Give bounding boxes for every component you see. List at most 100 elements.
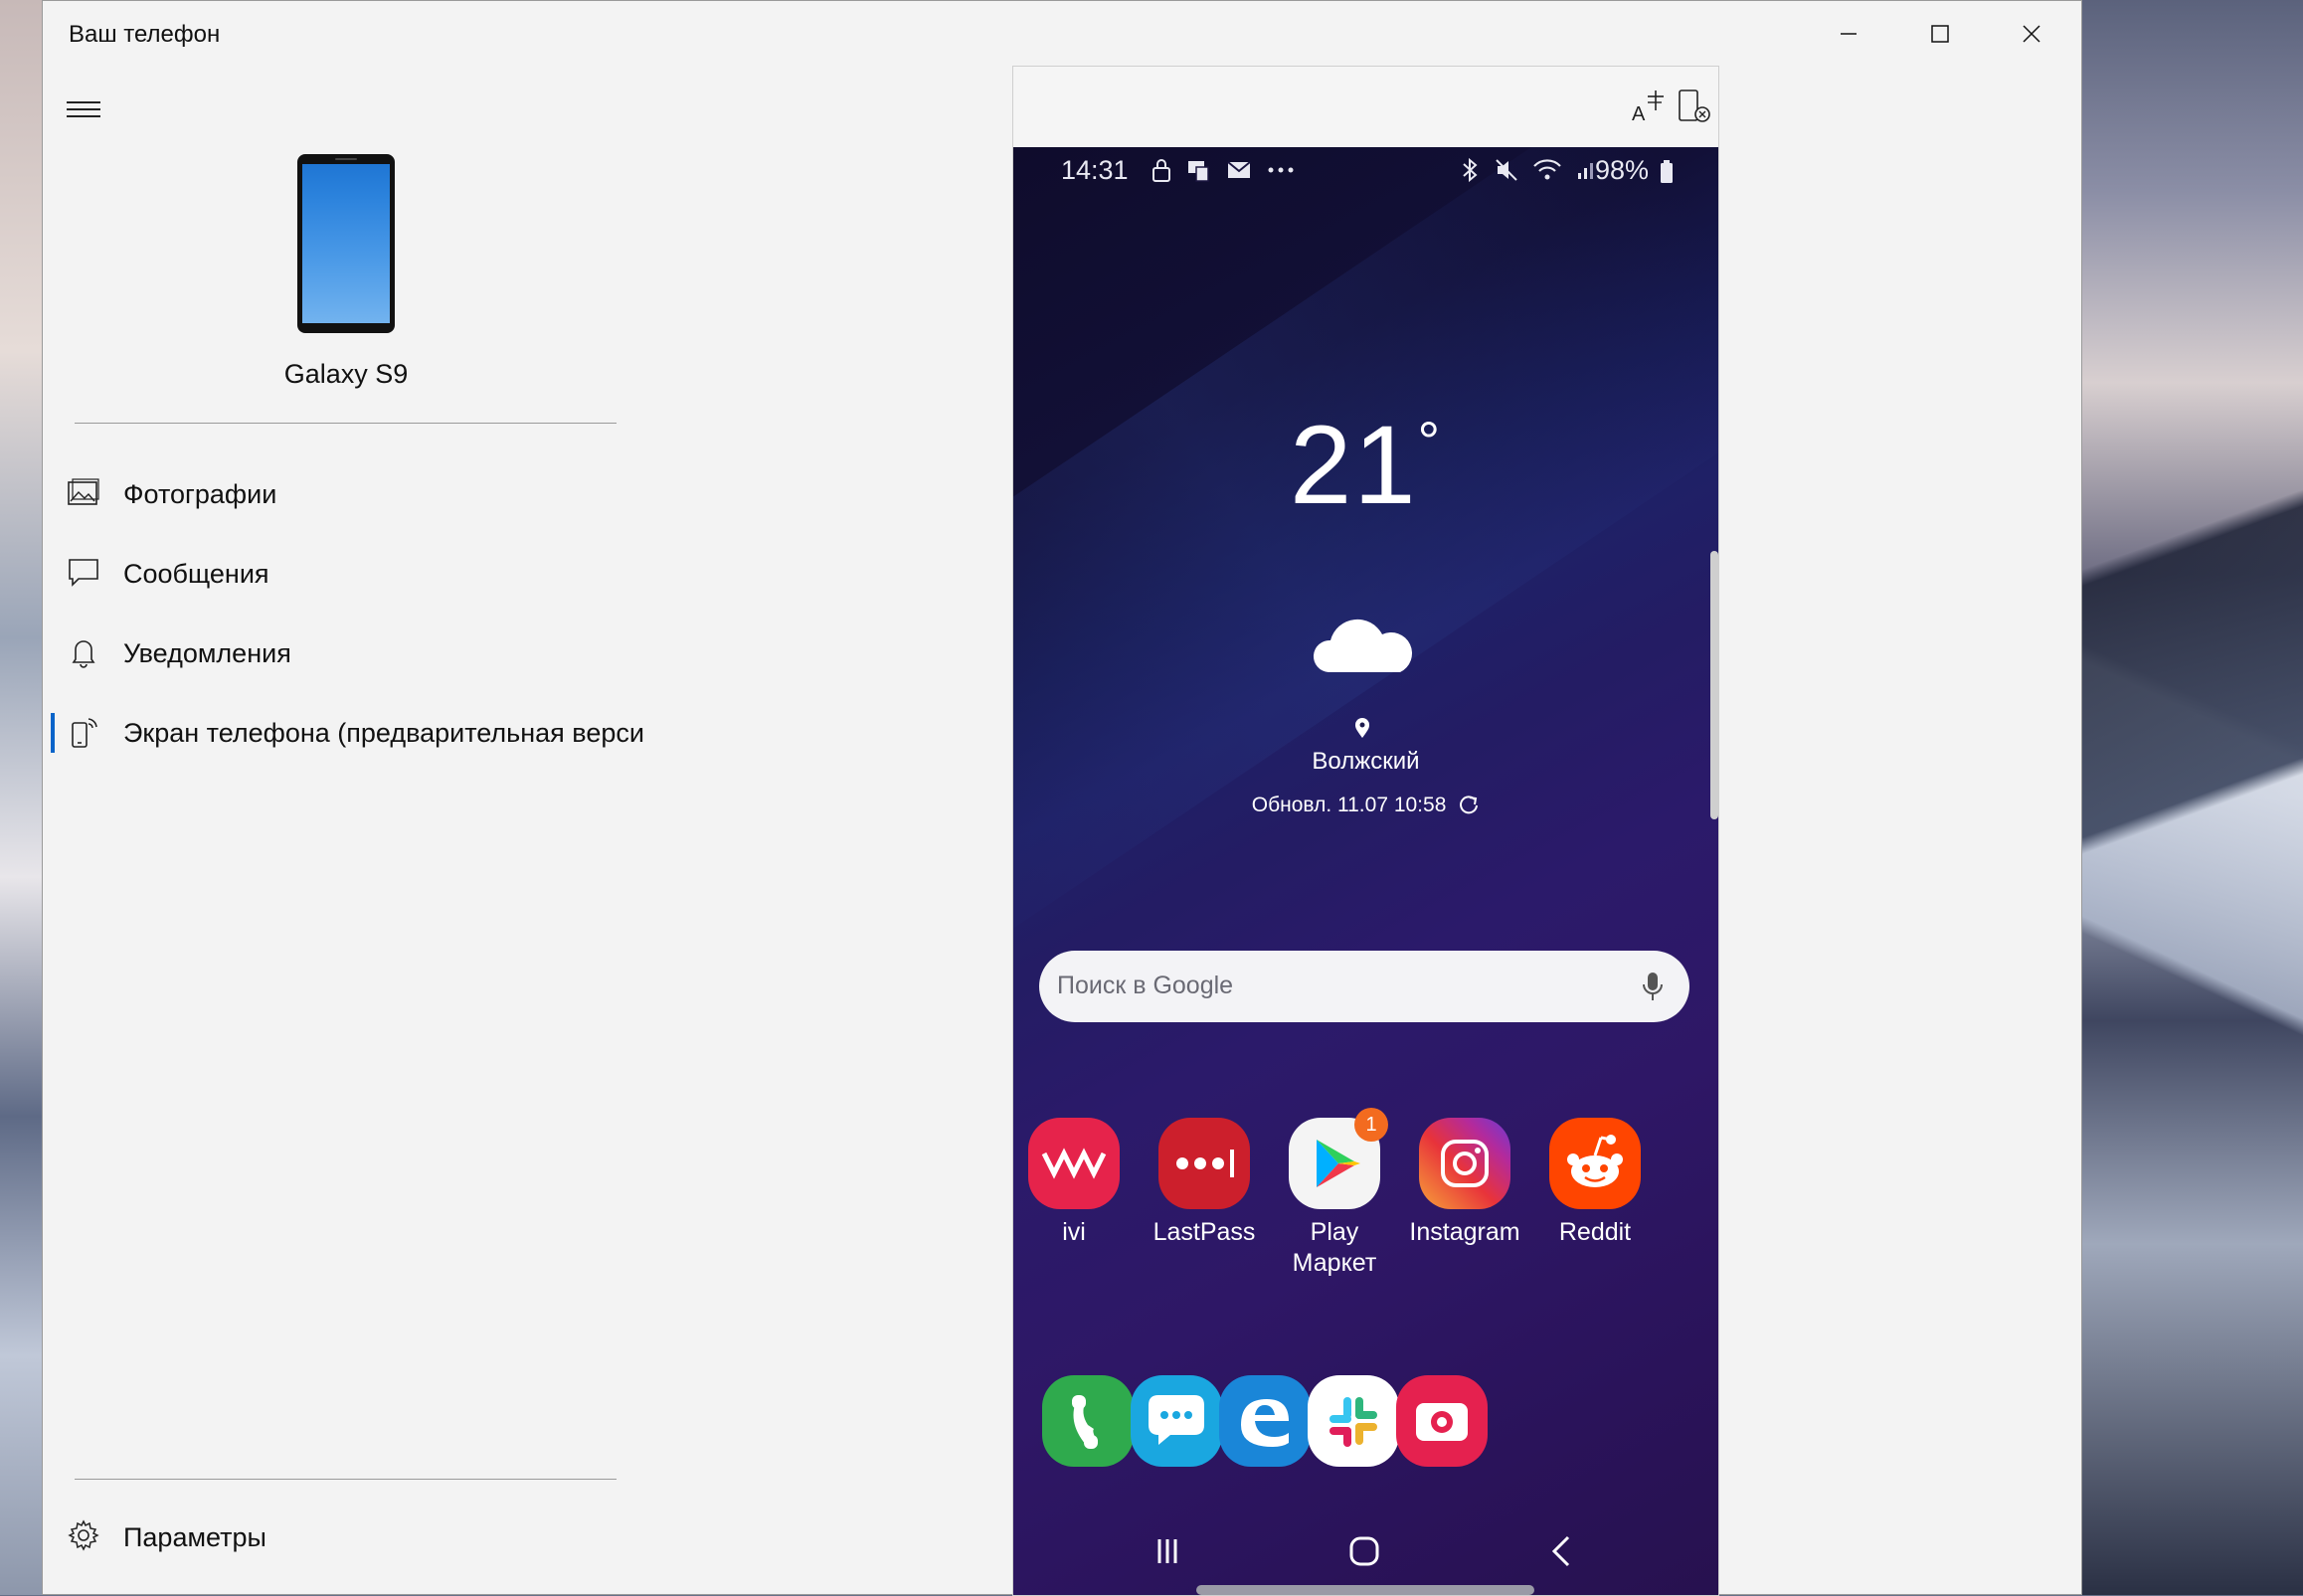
microphone-icon[interactable] [1642, 971, 1664, 1002]
app-ivi[interactable]: ivi [1013, 1118, 1139, 1248]
close-button[interactable] [1986, 1, 2077, 67]
lastpass-logo [1176, 1150, 1234, 1177]
photos-icon [68, 478, 99, 505]
app-label: ivi [1062, 1218, 1086, 1246]
app-reddit[interactable]: Reddit [1530, 1118, 1660, 1248]
status-icons-right [1459, 157, 1598, 183]
messages-icon [69, 559, 98, 587]
phone-image [297, 154, 395, 333]
wifi-icon [1533, 159, 1561, 180]
weather-updated: Обновл. 11.07 10:58 [1013, 794, 1718, 817]
minimize-icon [1841, 33, 1857, 35]
notification-badge: 1 [1354, 1108, 1388, 1142]
phone-speaker [335, 158, 357, 160]
cloud-icon [1313, 619, 1413, 672]
lock-icon [1152, 159, 1170, 182]
camera-app-icon[interactable] [1396, 1375, 1488, 1467]
your-phone-window: Ваш телефон Galaxy S9 Фотографии Сообщен… [42, 0, 2082, 1596]
app-label: Instagram [1409, 1218, 1520, 1246]
panel-drag-handle[interactable] [1196, 1585, 1534, 1595]
instagram-logo [1441, 1140, 1489, 1187]
ivi-icon [1028, 1118, 1120, 1209]
app-lastpass[interactable]: LastPass [1140, 1118, 1269, 1248]
status-time: 14:31 [1061, 155, 1129, 185]
app-play-market[interactable]: 1 Play Маркет [1270, 1108, 1399, 1279]
app-label: LastPass [1152, 1218, 1256, 1246]
menu-icon-line [67, 101, 100, 103]
degree-sign: ° [1417, 410, 1442, 472]
sidebar-item-label: Уведомления [123, 637, 291, 668]
phone-app-icon[interactable] [1042, 1375, 1134, 1467]
mail-icon [1227, 161, 1251, 178]
menu-button[interactable] [67, 96, 100, 120]
camera-lens-icon [1416, 1403, 1468, 1441]
disconnect-phone-icon[interactable] [1674, 87, 1713, 126]
weather-temperature[interactable]: 21° [1013, 401, 1718, 529]
minimize-button[interactable] [1803, 1, 1894, 67]
lastpass-icon [1158, 1118, 1250, 1209]
bell-icon [72, 640, 95, 668]
app-instagram[interactable]: Instagram [1400, 1118, 1529, 1248]
menu-icon-line [67, 115, 100, 117]
play-store-icon: 1 [1289, 1108, 1388, 1209]
bluetooth-icon [1463, 157, 1478, 183]
text-input-icon[interactable]: A [1628, 87, 1668, 126]
edge-logo-icon [1241, 1399, 1289, 1447]
slack-app-icon[interactable] [1308, 1375, 1399, 1467]
instagram-icon [1419, 1118, 1510, 1209]
refresh-icon[interactable] [1458, 794, 1480, 815]
sidebar-item-label: Фотографии [123, 478, 277, 509]
sidebar-item-phone-screen[interactable]: Экран телефона (предварительная верси [43, 693, 679, 773]
panel-scrollbar[interactable] [1710, 551, 1718, 819]
sidebar-item-messages[interactable]: Сообщения [43, 534, 679, 614]
status-bar: 14:31 98% [1013, 147, 1718, 195]
device-connection-icon [1188, 161, 1209, 182]
settings-label: Параметры [123, 1522, 266, 1552]
close-icon [2023, 25, 2040, 43]
search-placeholder: Поиск в Google [1057, 972, 1234, 999]
status-icons-left [1151, 157, 1296, 183]
sidebar-item-label: Экран телефона (предварительная верси [123, 717, 644, 748]
google-search-bar[interactable]: Поиск в Google [1039, 951, 1689, 1022]
maximize-icon [1931, 25, 1949, 43]
device-name: Galaxy S9 [283, 359, 409, 389]
sidebar-item-label: Сообщения [123, 558, 269, 589]
desktop-wallpaper-left [0, 0, 42, 1595]
menu-icon-line [67, 108, 100, 110]
temperature-value: 21 [1290, 403, 1418, 527]
slack-logo-icon [1329, 1397, 1377, 1447]
back-button[interactable] [1542, 1531, 1582, 1571]
home-button[interactable] [1344, 1531, 1384, 1571]
gear-icon [68, 1519, 99, 1551]
divider-bottom [75, 1479, 617, 1480]
maximize-button[interactable] [1894, 1, 1986, 67]
sidebar-item-notifications[interactable]: Уведомления [43, 614, 679, 693]
phone-screen-panel: A 14:31 98% 21° Волжский Обновл. 11.07 1… [1012, 66, 1719, 1596]
svg-text:A: A [1632, 103, 1646, 125]
location-pin-icon [1355, 718, 1369, 738]
app-title: Ваш телефон [69, 21, 221, 48]
sidebar-nav: Фотографии Сообщения Уведомления Экран т… [43, 454, 679, 773]
weather-city: Волжский [1312, 748, 1420, 775]
sidebar-item-photos[interactable]: Фотографии [43, 454, 679, 534]
app-label: Play Маркет [1292, 1218, 1377, 1277]
reddit-icon [1549, 1118, 1641, 1209]
divider-top [75, 423, 617, 424]
recent-apps-button[interactable] [1148, 1531, 1187, 1571]
desktop-wallpaper-right [2082, 0, 2303, 1595]
title-bar: Ваш телефон [43, 1, 2081, 67]
weather-updated-text: Обновл. 11.07 10:58 [1251, 794, 1447, 816]
reddit-logo [1567, 1135, 1623, 1187]
messages-app-icon[interactable] [1131, 1375, 1222, 1467]
settings-button[interactable]: Параметры [43, 1503, 679, 1572]
more-notifications-icon [1268, 167, 1294, 173]
battery-icon [1661, 160, 1673, 183]
phone-screen-icon [72, 718, 97, 748]
app-label: Reddit [1558, 1218, 1632, 1246]
edge-app-icon[interactable] [1219, 1375, 1311, 1467]
phone-screen[interactable]: 14:31 98% 21° Волжский Обновл. 11.07 10:… [1013, 147, 1718, 1595]
chat-bubble-icon [1149, 1395, 1204, 1445]
phone-image-screen [302, 164, 390, 323]
phone-handset-icon [1072, 1395, 1098, 1449]
android-nav-bar [1013, 1521, 1718, 1587]
